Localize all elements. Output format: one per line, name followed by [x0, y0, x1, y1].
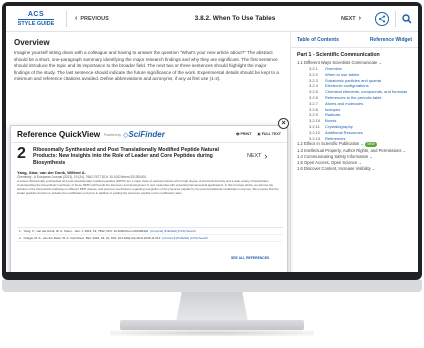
close-icon[interactable]: ×	[278, 118, 289, 129]
chevron-left-icon: ‹	[75, 15, 78, 22]
share-icon	[378, 15, 386, 22]
monitor-chin	[2, 280, 422, 292]
toc-subitem-label: References	[325, 135, 346, 141]
reference-quickview-modal: Reference QuickView Powered by ◇SciFinde…	[10, 125, 288, 272]
next-button[interactable]: NEXT ›	[313, 15, 369, 22]
article-abstract: A review. Ribosomally synthesized and po…	[17, 179, 279, 195]
tab-reference-widget[interactable]: Reference Widget	[370, 37, 412, 43]
chevron-down-icon: ⌄	[370, 165, 376, 171]
top-bar: ACS STYLE GUIDE ‹ PREVIOUS 3.8.2. When T…	[6, 6, 418, 32]
table-of-contents-panel: Table of Contents Reference Widget Part …	[290, 33, 418, 272]
see-all-references-link[interactable]: SEE ALL REFERENCES	[231, 256, 269, 260]
toc-section-label: 1.1 Different Ways Scientists Communicat…	[297, 60, 378, 65]
chevron-down-icon: ⌄	[378, 60, 382, 65]
part-title: Part 1 - Scientific Communication	[297, 52, 380, 58]
chevron-down-icon: ⌄	[357, 159, 362, 165]
reference-list: 1. Yang, X.; van der Donk, W. A. Chem. - …	[17, 227, 283, 242]
previous-button[interactable]: ‹ PREVIOUS	[67, 15, 157, 22]
overview-heading: Overview	[14, 38, 50, 47]
toc-subitem-label: References to the periodic table	[325, 95, 382, 101]
chevron-down-icon: ⌄	[401, 147, 407, 153]
reference-row-citation: Yang, X.; van der Donk, W. A. Chem. - Eu…	[23, 229, 149, 233]
reference-row-links[interactable]: [Crossref] [PubMed] [CAS] Search	[150, 228, 196, 234]
monitor-screen: ACS STYLE GUIDE ‹ PREVIOUS 3.8.2. When T…	[6, 6, 418, 272]
toc-sections: 1.2 Ethics in Scientific Publication ⌄ N…	[291, 141, 418, 171]
reference-row-links[interactable]: [Crossref] [PubMed] [CAS] Search	[162, 235, 208, 241]
reference-row-number: 1.	[19, 229, 22, 233]
chevron-right-icon: ›	[264, 151, 268, 161]
monitor-stand-shadow	[110, 330, 314, 336]
toc-subitem-label: Isotopes	[325, 106, 341, 112]
next-label: NEXT	[340, 15, 356, 22]
toc-subitem-label: Bonds	[325, 118, 337, 124]
new-badge: NEW	[365, 142, 377, 147]
search-button[interactable]	[396, 6, 418, 32]
toc-section-label: 1.5 Open Access, Open Science	[297, 159, 358, 165]
previous-label: PREVIOUS	[80, 15, 109, 22]
toc-section[interactable]: 1.6 Discover Content, Increase Visibilit…	[291, 166, 418, 172]
share-button[interactable]	[375, 11, 389, 26]
reference-row-citation: Ortega, M. A.; van der Donk, W. A. Cell …	[23, 236, 161, 240]
tab-table-of-contents[interactable]: Table of Contents	[297, 37, 339, 43]
toc-subitems: 3.2.1 Overview 3.2.2 When to use tables 3.2.…	[291, 66, 418, 141]
toc-section-label: 1.2 Ethics in Scientific Publication	[297, 141, 360, 147]
reference-row: 2. Ortega, M. A.; van der Donk, W. A. Cel…	[17, 235, 283, 242]
quickview-next-button[interactable]: NEXT ›	[247, 151, 267, 161]
toc-subitem-label: Overview	[325, 66, 342, 72]
toc-subitem-label: Atoms and molecules	[325, 100, 364, 106]
quickview-title: Reference QuickView	[17, 130, 101, 139]
toc-subitem-label: Radicals	[325, 112, 341, 118]
quickview-actions: 🖶 PRINT ▣ FULL TEXT	[236, 132, 281, 138]
article-title[interactable]: Ribosomally Synthesized and Post Transla…	[33, 147, 223, 166]
reference-row-number: 2.	[19, 236, 22, 240]
print-button[interactable]: 🖶 PRINT	[236, 132, 251, 138]
page-title: 3.8.2. When To Use Tables	[194, 15, 276, 22]
toc-section-label: 1.4 Communicating Safety Information	[297, 153, 369, 159]
reference-number: 2	[17, 145, 26, 162]
monitor-stand-neck	[176, 292, 248, 322]
stage: ACS STYLE GUIDE ‹ PREVIOUS 3.8.2. When T…	[0, 0, 424, 348]
monitor-stand-base	[120, 320, 304, 330]
toc-subitem-label: Crystallography	[325, 124, 353, 130]
toc-section-label: 1.6 Discover Content, Increase Visibilit…	[297, 165, 371, 171]
logo-acs-text: ACS	[27, 10, 45, 18]
scifinder-logo: ◇SciFinder	[123, 130, 165, 139]
scifinder-brand-text: SciFinder	[128, 130, 165, 139]
powered-by-label: Powered by	[104, 132, 121, 137]
toc-subitem-label: Subatomic particles and quanta	[325, 77, 382, 83]
overview-paragraph: Imagine yourself sitting down with a col…	[14, 50, 279, 82]
side-tabs: Table of Contents Reference Widget	[291, 33, 418, 48]
chevron-down-icon: ⌄	[368, 153, 373, 159]
logo-style-guide-text: STYLE GUIDE	[17, 18, 55, 27]
chevron-right-icon: ›	[358, 15, 361, 22]
quickview-next-label: NEXT	[247, 153, 262, 159]
toc-subitem-label: Additional Resources	[325, 129, 363, 135]
search-icon	[402, 13, 412, 24]
toc-section-label: 1.3 Intellectual Property, Author Rights…	[297, 147, 402, 153]
chevron-down-icon: ⌄	[359, 141, 365, 147]
toc-subitem-label: Electronic configurations	[325, 83, 369, 89]
print-label: PRINT	[240, 131, 252, 136]
quickview-body: 2 Ribosomally Synthesized and Post Trans…	[11, 143, 287, 260]
reference-row: 1. Yang, X.; van der Donk, W. A. Chem. - …	[17, 228, 283, 235]
full-text-button[interactable]: ▣ FULL TEXT	[257, 132, 281, 138]
quickview-header: Reference QuickView Powered by ◇SciFinde…	[11, 126, 287, 143]
full-text-label: FULL TEXT	[261, 131, 281, 136]
acs-style-guide-logo[interactable]: ACS STYLE GUIDE	[6, 6, 66, 32]
toc-subitem-label: Chemical elements, compounds, and formul…	[325, 89, 408, 95]
toc-subitem-label: When to use tables	[325, 71, 360, 77]
